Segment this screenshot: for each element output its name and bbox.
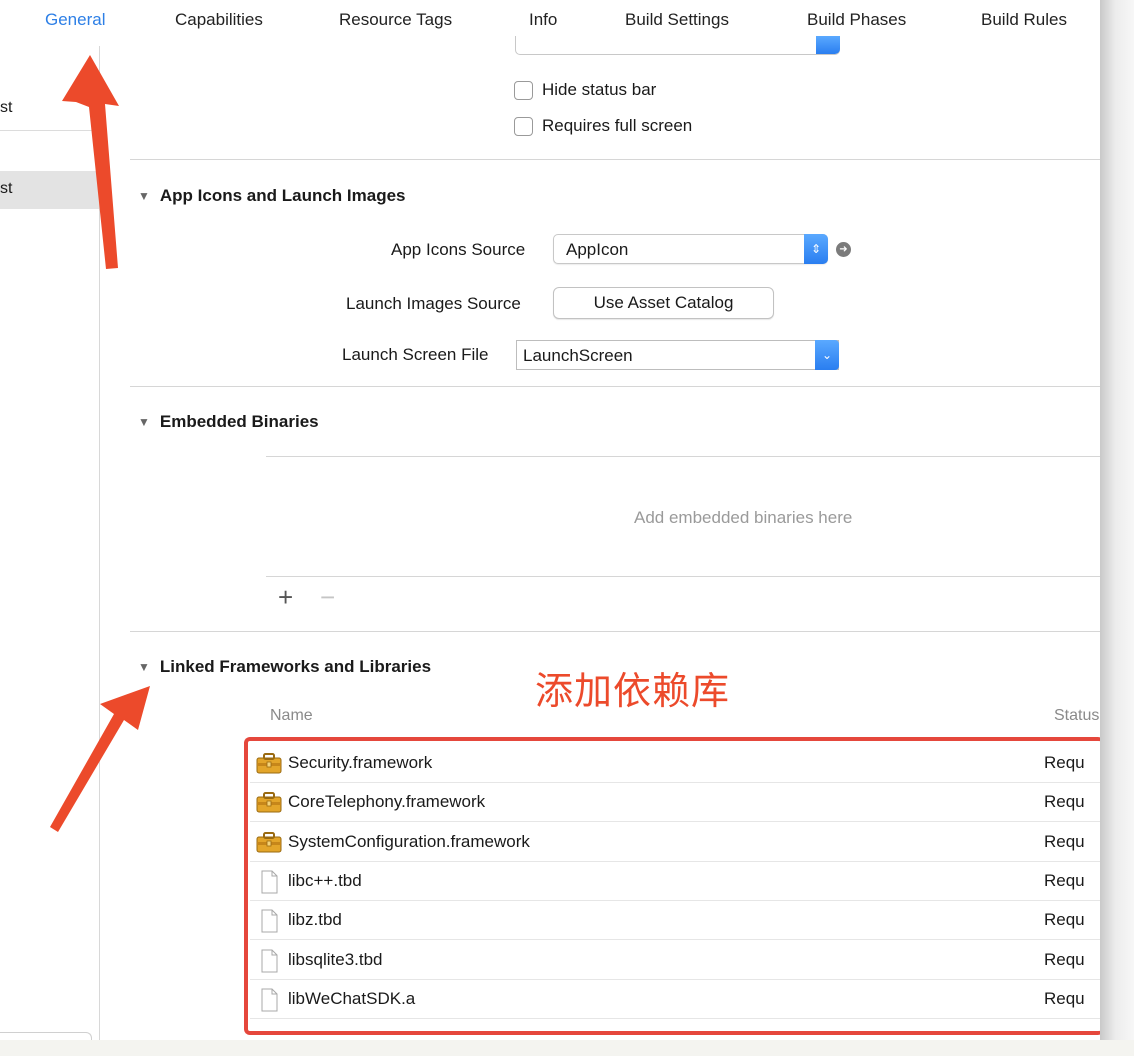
xcode-project-editor: General Capabilities Resource Tags Info … bbox=[0, 0, 1102, 1040]
window-edge-shadow bbox=[1100, 0, 1134, 1056]
annotation-arrows bbox=[50, 55, 150, 832]
annotation-arrow-icon bbox=[62, 55, 119, 269]
window-bottom-band bbox=[0, 1040, 1134, 1056]
annotation-arrow-icon bbox=[50, 686, 150, 832]
